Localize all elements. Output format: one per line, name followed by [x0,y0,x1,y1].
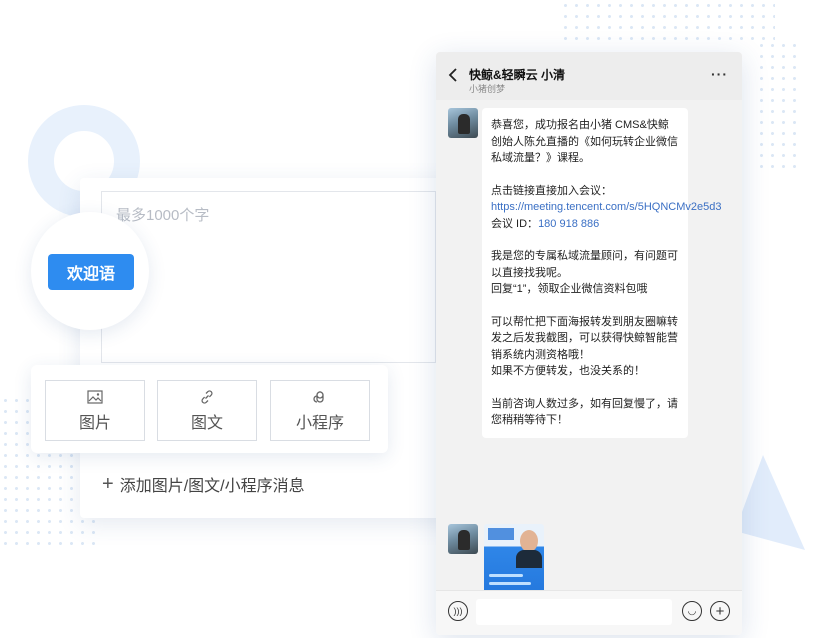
meeting-link[interactable]: https://meeting.tencent.com/s/5HQNCMv2e5… [491,199,722,216]
message-textarea[interactable]: 最多1000个字 [101,191,436,363]
attachment-type-card: 图片 图文 小程序 [31,365,388,453]
message-text: 恭喜您，成功报名由小猪 CMS&快鲸创始人陈允直播的《如何玩转企业微信私域流量？… [491,119,678,164]
mini-program-icon [311,389,329,405]
emoji-icon[interactable]: ◡ [682,601,702,621]
chat-input-bar: ))) ◡ + [436,590,742,635]
voice-icon[interactable]: ))) [448,601,468,621]
welcome-message-bubble: 恭喜您，成功报名由小猪 CMS&快鲸创始人陈允直播的《如何玩转企业微信私域流量？… [482,108,722,438]
mini-program-type-label: 小程序 [295,414,344,432]
message-text: 可以帮忙把下面海报转发到朋友圈嘛转发之后发我截图，可以获得快鲸智能营销系统内测资… [491,315,678,361]
textarea-placeholder: 最多1000个字 [116,207,210,224]
message-text: 点击链接直接加入会议： [491,184,612,197]
meeting-id: 180 918 886 [538,217,600,230]
welcome-message-button[interactable]: 欢迎语 [48,254,134,290]
message-text: 如果不方便转发，也没关系的！ [491,365,645,377]
article-type-button[interactable]: 图文 [157,380,257,441]
decorative-triangle [735,455,805,550]
more-options-icon[interactable]: ··· [711,66,728,82]
plus-icon: + [102,473,114,495]
chat-title: 快鲸&轻瞬云 小清 [469,68,566,82]
phone-preview: 快鲸&轻瞬云 小清 小猪创梦 ··· 恭喜您，成功报名由小猪 CMS&快鲸创始人… [436,52,742,635]
message-text: 我是您的专属私域流量顾问，有问题可以直接找我呢。 [491,250,678,279]
image-icon [86,389,104,405]
add-attachment-label: 添加图片/图文/小程序消息 [119,478,305,495]
image-type-label: 图片 [78,414,111,432]
avatar [448,108,478,138]
image-type-button[interactable]: 图片 [45,380,145,441]
plus-circle-icon[interactable]: + [710,601,730,621]
mini-program-type-button[interactable]: 小程序 [270,380,370,441]
dot-pattern [756,40,796,170]
dot-pattern [560,0,775,40]
message-text: 当前咨询人数过多，如有回复慢了，请您稍稍等待下！ [491,397,678,427]
add-attachment-link[interactable]: + 添加图片/图文/小程序消息 [102,472,305,496]
chat-subtitle: 小猪创梦 [469,84,506,94]
link-icon [198,389,216,405]
meeting-id-line: 会议 ID：180 918 886 [491,217,600,230]
chat-text-input[interactable] [476,599,672,625]
avatar [448,524,478,554]
back-arrow-icon[interactable] [448,68,458,87]
chat-header: 快鲸&轻瞬云 小清 小猪创梦 ··· [436,52,742,100]
article-type-label: 图文 [190,414,223,432]
message-text: 回复“1”，领取企业微信资料包哦 [491,283,648,295]
chat-area: 恭喜您，成功报名由小猪 CMS&快鲸创始人陈允直播的《如何玩转企业微信私域流量？… [436,100,742,626]
